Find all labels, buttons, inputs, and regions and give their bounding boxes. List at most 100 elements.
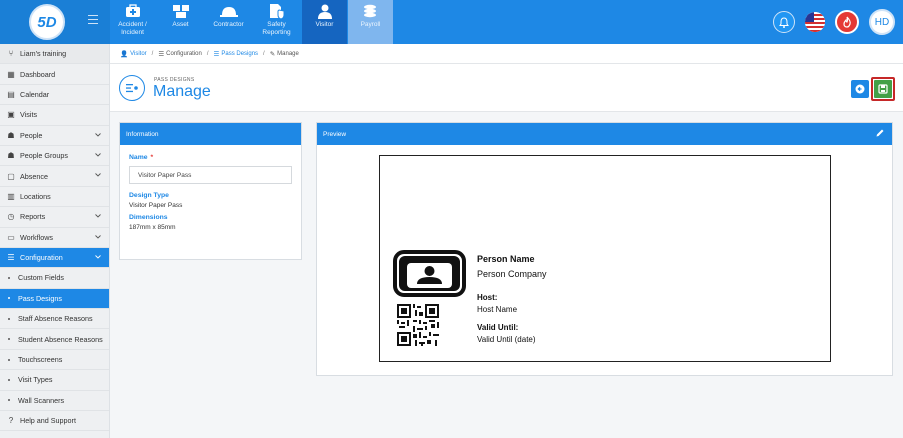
sidebar-subitem-student-absence-reasons[interactable]: Student Absence Reasons [0,329,109,350]
dashboard-icon: ▦ [7,69,15,79]
sidebar-item-workflows[interactable]: ▭ Workflows [0,228,109,248]
hamburger-menu-icon[interactable] [88,15,98,25]
save-button[interactable] [871,77,895,101]
people-groups-icon: ☗ [7,151,15,161]
sidebar-item-label: People [20,130,43,140]
edit-pencil-icon[interactable] [875,128,885,138]
sidebar-subitem-custom-fields[interactable]: Custom Fields [0,268,109,289]
sidebar-item-absence[interactable]: ▢ Absence [0,166,109,187]
notifications-bell-icon[interactable] [773,11,795,33]
preview-card: Preview Person Name Person Company Host:… [316,122,893,376]
name-field[interactable]: Visitor Paper Pass [129,166,292,184]
bullet-icon [8,297,10,300]
shield-icon [267,3,287,19]
sidebar-subitem-pass-designs[interactable]: Pass Designs [0,288,109,310]
sidebar-subitem-staff-absence-reasons[interactable]: Staff Absence Reasons [0,309,109,330]
pencil-icon: ✎ [269,50,276,58]
bullet-icon [8,338,10,341]
page-title: Manage [153,83,211,100]
sidebar-item-dashboard[interactable]: ▦ Dashboard [0,64,109,85]
breadcrumb-label: Manage [277,50,299,57]
sidebar-item-label: Student Absence Reasons [18,334,103,344]
asset-icon [171,3,191,19]
breadcrumb-visitor[interactable]: 👤 Visitor [120,50,147,58]
name-field-label: Name * [129,154,292,161]
app-logo[interactable]: 5D [29,4,65,40]
sidebar-item-help-and-support[interactable]: ? Help and Support [0,411,109,432]
sidebar-item-locations[interactable]: ▥ Locations [0,187,109,208]
save-icon [874,80,892,98]
user-icon [315,3,335,19]
chevron-down-icon [95,234,101,239]
breadcrumb-label: Visitor [130,50,147,57]
sidebar-item-label: Wall Scanners [18,395,65,405]
user-avatar[interactable]: HD [869,9,895,35]
nav-accident-incident[interactable]: Accident / Incident [110,0,155,44]
information-card: Information Name * Visitor Paper Pass Des… [119,122,302,260]
sidebar-item-calendar[interactable]: ▤ Calendar [0,85,109,106]
configuration-icon: ☰ [7,253,15,263]
nav-label: Payroll [360,21,381,28]
sidebar-item-label: Visits [20,110,38,120]
bullet-icon [8,399,10,402]
design-type-label: Design Type [129,192,169,199]
sidebar-item-label: Liam's training [20,49,67,59]
sidebar-item-label: Staff Absence Reasons [18,314,93,324]
sidebar-item-configuration[interactable]: ☰ Configuration [0,247,109,269]
design-type-value: Visitor Paper Pass [129,202,183,209]
breadcrumb-manage: ✎ Manage [270,50,299,58]
visitor-pass-preview: Person Name Person Company Host: Host Na… [379,155,831,362]
hardhat-icon [219,3,239,19]
sidebar-item-label: People Groups [20,151,68,161]
dimensions-value: 187mm x 85mm [129,224,176,231]
sidebar-item-label: Help and Support [20,416,76,426]
bullet-icon [8,317,10,320]
pass-host-label: Host: [477,293,498,302]
nav-payroll[interactable]: Payroll [348,0,393,44]
workflows-icon: ▭ [7,232,15,242]
sidebar-item-label: Pass Designs [18,293,62,303]
breadcrumb-separator: / [151,50,154,57]
chevron-down-icon [95,132,101,137]
breadcrumb-configuration: ☰ Configuration [158,50,202,58]
required-mark: * [150,154,154,161]
sidebar-item-visits[interactable]: ▣ Visits [0,105,109,126]
sidebar-item-label: Absence [20,171,48,181]
sidebar-item-label: Locations [20,191,51,201]
sidebar-subitem-touchscreens[interactable]: Touchscreens [0,350,109,371]
sidebar-item-people[interactable]: ☗ People [0,126,109,146]
chevron-down-icon [95,153,101,157]
breadcrumb-pass-designs[interactable]: ☰ Pass Designs [214,50,259,58]
back-button[interactable] [851,80,869,98]
breadcrumb-label: Pass Designs [221,50,259,57]
nav-safety-reporting[interactable]: Safety Reporting [254,0,299,44]
information-card-body: Name * Visitor Paper Pass Design Type Vis… [120,145,301,240]
absence-icon: ▢ [7,171,15,181]
id-badge-icon [393,250,466,297]
sidebar-item-reports[interactable]: ◷ Reports [0,207,109,228]
sidebar-item-people-groups[interactable]: ☗ People Groups [0,146,109,167]
sidebar-training[interactable]: ⑂ Liam's training [0,44,109,65]
dimensions-label: Dimensions [129,214,168,221]
chevron-down-icon [95,214,101,218]
emergency-alert-icon[interactable] [835,10,859,34]
bullet-icon [8,358,10,361]
user-icon: 👤 [120,50,129,58]
nav-contractor[interactable]: Contractor [206,0,251,44]
people-icon: ☗ [7,130,15,140]
us-flag-icon[interactable] [805,12,825,32]
nav-asset[interactable]: Asset [158,0,203,44]
nav-visitor[interactable]: Visitor [302,0,347,44]
breadcrumb: 👤 Visitor / ☰ Configuration / ☰ Pass Des… [110,44,903,64]
page-header: PASS DESIGNS Manage [110,64,903,112]
sidebar-subitem-visit-types[interactable]: Visit Types [0,370,109,391]
sidebar-item-label: Calendar [20,89,50,99]
logo-area: 5D [0,0,110,44]
nav-label: Contractor [213,21,244,28]
medkit-icon [123,3,143,19]
breadcrumb-label: Configuration [166,50,202,57]
sidebar: ⑂ Liam's training ▦ Dashboard ▤ Calendar… [0,44,110,438]
reports-icon: ◷ [7,212,15,222]
sidebar-item-label: Reports [20,212,46,222]
sidebar-subitem-wall-scanners[interactable]: Wall Scanners [0,391,109,412]
